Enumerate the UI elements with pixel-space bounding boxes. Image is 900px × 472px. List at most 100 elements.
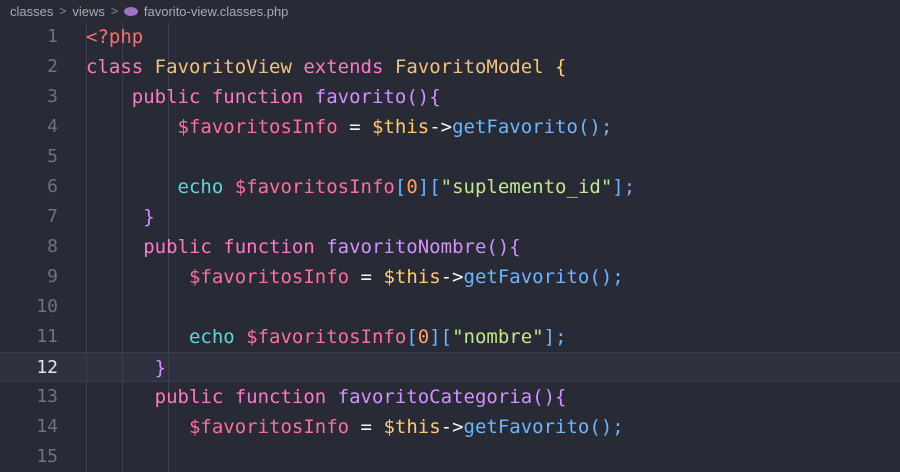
- code-line[interactable]: 7 }: [0, 202, 900, 232]
- code-token: =: [349, 266, 384, 288]
- code-token: echo: [177, 176, 235, 198]
- code-token: getFavorito: [463, 416, 590, 438]
- breadcrumb-separator: >: [59, 4, 67, 18]
- code-line[interactable]: 12 }: [0, 352, 900, 383]
- code-line[interactable]: 15: [0, 442, 900, 472]
- code-token: 0: [406, 176, 418, 198]
- php-file-icon: [123, 6, 138, 16]
- code-token: ][: [429, 326, 453, 348]
- code-token: $favoritosInfo: [246, 326, 407, 348]
- code-token: }: [154, 357, 167, 379]
- code-token: ];: [612, 176, 636, 198]
- code-token: ];: [543, 326, 567, 348]
- code-text: class FavoritoView extends FavoritoModel…: [86, 52, 566, 82]
- code-token: ][: [417, 176, 441, 198]
- code-token: $this: [383, 266, 441, 288]
- indent-guide: [168, 142, 169, 172]
- code-line[interactable]: 5: [0, 142, 900, 172]
- code-editor[interactable]: classes > views > favorito-view.classes.…: [0, 0, 900, 472]
- line-number: 10: [36, 296, 58, 317]
- code-token: =: [337, 116, 372, 138]
- code-token: echo: [188, 326, 247, 348]
- indent-guide: [168, 353, 169, 383]
- line-number: 8: [47, 236, 58, 257]
- code-line[interactable]: 8 public function favoritoNombre(){: [0, 232, 900, 262]
- code-line[interactable]: 1 <?php: [0, 22, 900, 52]
- code-token: getFavorito: [463, 266, 590, 288]
- line-number: 5: [47, 146, 58, 167]
- code-token: $this: [372, 116, 430, 138]
- code-lines[interactable]: 1 <?php 2 class FavoritoView extends Favori…: [0, 22, 900, 472]
- indent-guide: [122, 142, 123, 172]
- code-token: (){: [486, 236, 521, 258]
- code-text: }: [86, 353, 166, 383]
- code-token: favoritoCategoria: [337, 386, 533, 408]
- indent-guide: [168, 292, 169, 322]
- code-token: ();: [589, 266, 624, 288]
- code-text: public function favoritoCategoria(){: [86, 382, 567, 412]
- breadcrumb-item-classes[interactable]: classes: [10, 4, 53, 19]
- code-token: FavoritoModel: [394, 56, 556, 78]
- line-number: 12: [36, 357, 58, 378]
- code-token: function: [234, 386, 338, 408]
- code-token: ();: [589, 416, 624, 438]
- code-line[interactable]: 2 class FavoritoView extends FavoritoMode…: [0, 52, 900, 82]
- code-token: [: [406, 326, 418, 348]
- indent-guide: [86, 292, 87, 322]
- code-line[interactable]: 10: [0, 292, 900, 322]
- code-text: $favoritosInfo = $this->getFavorito();: [86, 412, 624, 442]
- code-text: $favoritosInfo = $this->getFavorito();: [86, 112, 613, 142]
- code-token: $this: [383, 416, 441, 438]
- code-token: (){: [532, 386, 567, 408]
- code-line[interactable]: 14 $favoritosInfo = $this->getFavorito()…: [0, 412, 900, 442]
- code-line[interactable]: 11 echo $favoritosInfo[0]["nombre"];: [0, 322, 900, 352]
- line-number: 9: [47, 266, 58, 287]
- code-token: getFavorito: [452, 116, 578, 138]
- code-token: <?php: [86, 26, 144, 48]
- line-number: 15: [36, 446, 58, 467]
- code-text: <?php: [86, 22, 143, 52]
- code-token: function: [211, 86, 315, 108]
- indent-guide: [168, 202, 169, 232]
- code-token: public: [143, 236, 224, 258]
- line-number: 2: [47, 56, 58, 77]
- code-token: public: [154, 386, 235, 408]
- indent-guide: [122, 442, 123, 472]
- line-number: 1: [47, 26, 58, 47]
- code-token: {: [555, 56, 567, 78]
- code-text: }: [86, 202, 154, 232]
- code-line[interactable]: 6 echo $favoritosInfo[0]["suplemento_id"…: [0, 172, 900, 202]
- code-token: [: [394, 176, 407, 198]
- code-token: ->: [429, 116, 453, 138]
- line-number: 11: [36, 326, 58, 347]
- code-token: ();: [577, 116, 613, 138]
- breadcrumb-item-file[interactable]: favorito-view.classes.php: [144, 4, 289, 19]
- code-token: "nombre": [452, 326, 544, 348]
- code-token: "suplemento_id": [440, 176, 613, 198]
- code-line[interactable]: 4 $favoritosInfo = $this->getFavorito();: [0, 112, 900, 142]
- code-token: function: [223, 236, 327, 258]
- code-line[interactable]: 13 public function favoritoCategoria(){: [0, 382, 900, 412]
- code-line[interactable]: 3 public function favorito(){: [0, 82, 900, 112]
- code-text: echo $favoritosInfo[0]["suplemento_id"];: [86, 172, 636, 202]
- indent-guide: [168, 442, 169, 472]
- line-number: 13: [36, 386, 58, 407]
- code-text: public function favorito(){: [86, 82, 441, 112]
- indent-guide: [122, 292, 123, 322]
- indent-guide: [168, 22, 169, 52]
- indent-guide: [86, 442, 87, 472]
- code-token: favorito: [314, 86, 407, 108]
- code-token: $favoritosInfo: [188, 416, 350, 438]
- indent-guide: [86, 142, 87, 172]
- code-line[interactable]: 9 $favoritosInfo = $this->getFavorito();: [0, 262, 900, 292]
- code-token: $favoritosInfo: [188, 266, 350, 288]
- line-number: 7: [47, 206, 58, 227]
- breadcrumb-item-views[interactable]: views: [72, 4, 105, 19]
- line-number: 4: [47, 116, 58, 137]
